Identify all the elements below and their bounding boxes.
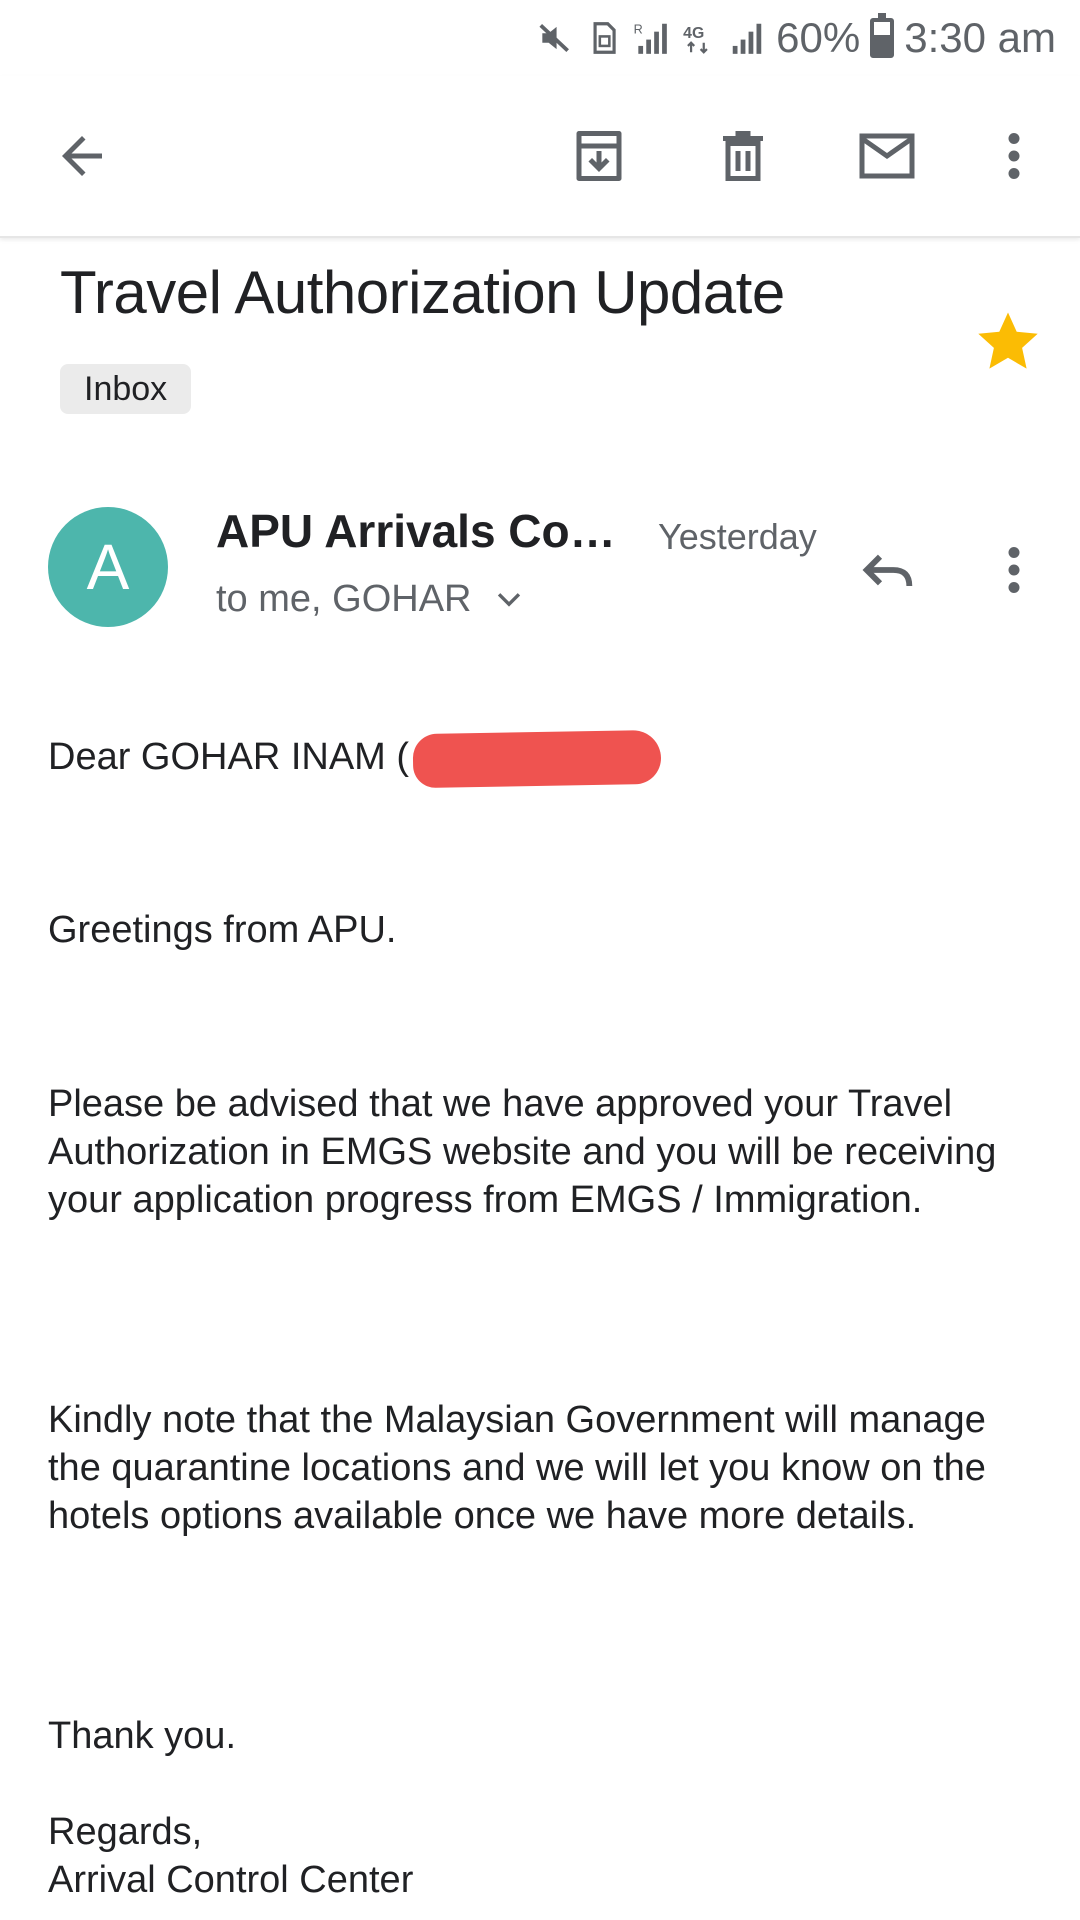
redaction-mark [412, 729, 662, 789]
delete-button[interactable] [703, 116, 783, 196]
star-icon[interactable] [972, 305, 1044, 377]
sent-time: Yesterday [658, 516, 817, 557]
sim-icon [593, 22, 616, 54]
signal-roaming-icon: R [634, 22, 668, 54]
status-bar: R 4G 60% 3:30 am [0, 0, 1080, 76]
mark-unread-icon [859, 133, 915, 179]
regards: Regards, [48, 1811, 203, 1853]
status-icons: R 4G 60% 3:30 am [536, 10, 1056, 66]
salutation: Dear GOHAR INAM ( [48, 736, 410, 779]
recipients-text: to me, GOHAR [216, 578, 472, 620]
archive-icon [576, 131, 622, 181]
toolbar [0, 76, 1080, 238]
delete-icon [723, 131, 763, 181]
mark-unread-button[interactable] [847, 116, 927, 196]
chevron-down-icon [497, 592, 520, 607]
4g-icon: 4G [683, 25, 708, 54]
paragraph-quarantine: Kindly note that the Malaysian Governmen… [48, 1399, 986, 1537]
salutation-line: Dear GOHAR INAM ( [48, 729, 1038, 789]
avatar[interactable]: A [48, 507, 168, 627]
reply-icon [862, 554, 913, 587]
message-more-button[interactable] [974, 530, 1054, 610]
greeting: Greetings from APU. [48, 909, 397, 951]
reply-button[interactable] [848, 530, 928, 610]
battery-icon [870, 13, 895, 58]
more-options-button[interactable] [974, 116, 1054, 196]
clock: 3:30 am [904, 14, 1056, 61]
battery-level [874, 34, 891, 54]
signature: Arrival Control Center [48, 1859, 414, 1901]
signal-icon [732, 23, 762, 54]
sender-name: APU Arrivals Control Center [216, 505, 636, 557]
archive-button[interactable] [559, 116, 639, 196]
thanks: Thank you. [48, 1715, 236, 1757]
email-subject: Travel Authorization Update [60, 259, 785, 326]
back-button[interactable] [42, 116, 122, 196]
svg-text:4G: 4G [683, 25, 704, 42]
inbox-label[interactable]: Inbox [60, 364, 192, 414]
paragraph-approval: Please be advised that we have approved … [48, 1083, 997, 1221]
more-vert-icon [1008, 547, 1020, 593]
more-vert-icon [1008, 133, 1020, 179]
battery-percent: 60% [776, 14, 861, 61]
back-arrow-icon [62, 136, 102, 176]
recipients-toggle[interactable]: to me, GOHAR [216, 578, 526, 621]
mute-icon [539, 23, 570, 53]
svg-text:R: R [634, 22, 643, 36]
